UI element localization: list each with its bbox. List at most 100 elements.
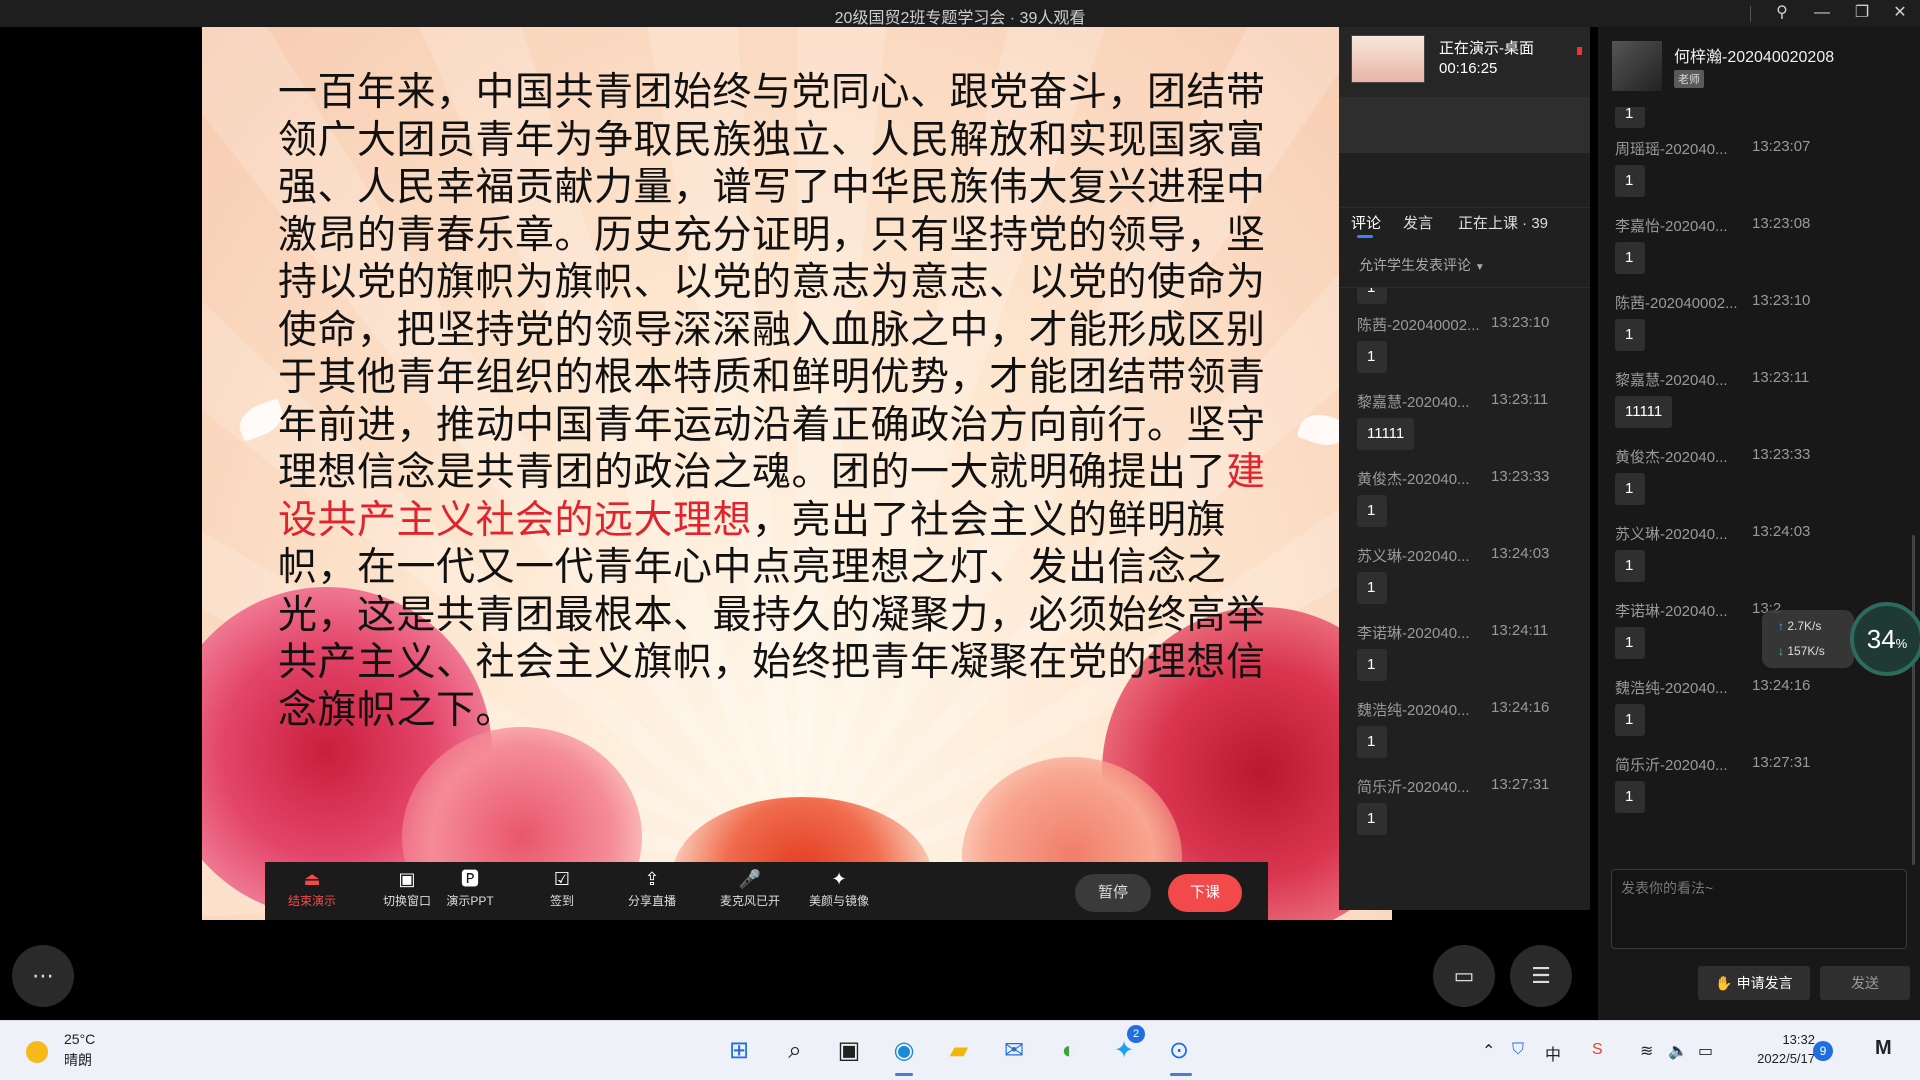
sender-name: 简乐沂-202040...	[1357, 779, 1470, 796]
stop-presenting-button[interactable]: ⏏ 结束演示	[272, 868, 352, 909]
edge-icon[interactable]: ◉	[884, 1031, 924, 1071]
notification-badge[interactable]: 9	[1813, 1041, 1833, 1061]
comment-list[interactable]: 1 陈茜-202040002... 13:23:10 1 黎嘉慧-202040...…	[1339, 287, 1590, 910]
minimize-icon[interactable]: —	[1802, 0, 1842, 27]
list-item: 周瑶瑶-202040... 13:23:07 1	[1598, 138, 1920, 215]
restore-icon[interactable]: ❐	[1842, 0, 1882, 27]
message-time: 13:23:08	[1752, 215, 1811, 232]
clock-date: 2022/5/17	[1757, 1051, 1815, 1066]
checkin-icon: ☑	[553, 869, 571, 889]
list-item: 黄俊杰-202040... 13:23:33 1	[1598, 446, 1920, 523]
task-view-icon[interactable]: ▣	[829, 1031, 869, 1071]
sender-name: 黎嘉慧-202040...	[1615, 372, 1728, 389]
download-speed-value: 157K/s	[1787, 644, 1825, 658]
app-logo-icon[interactable]: M	[1875, 1037, 1892, 1060]
browser-icon[interactable]: ◐	[1049, 1031, 1089, 1071]
comment-permission-dropdown[interactable]: 允许学生发表评论 ▼	[1359, 255, 1485, 275]
clock-time: 13:32	[1782, 1032, 1815, 1047]
message-time: 13:23:10	[1752, 292, 1811, 309]
search-icon[interactable]: ⌕	[775, 1031, 815, 1071]
view-settings-button[interactable]: ☰	[1510, 945, 1572, 1007]
message-bubble: 1	[1357, 572, 1387, 604]
classroom-app-icon[interactable]: ⊙	[1159, 1031, 1199, 1071]
pause-button[interactable]: 暂停	[1075, 874, 1151, 912]
tab-speak[interactable]: 发言	[1403, 212, 1433, 233]
message-bubble: 1	[1615, 704, 1645, 736]
comments-panel: 正在演示-桌面 00:16:25 评论 发言 正在上课 · 39 允许学生发表评…	[1339, 27, 1590, 910]
tab-comments[interactable]: 评论	[1351, 212, 1381, 233]
pin-icon[interactable]: ⚲	[1762, 0, 1802, 27]
sender-name: 黄俊杰-202040...	[1615, 449, 1728, 466]
share-live-label: 分享直播	[627, 894, 676, 908]
wifi-icon[interactable]: ≋	[1640, 1041, 1653, 1061]
message-time: 13:23:11	[1491, 391, 1549, 408]
battery-icon[interactable]: ▭	[1698, 1041, 1713, 1061]
file-explorer-icon[interactable]: ▰	[939, 1031, 979, 1071]
chat-message-list[interactable]: 1 周瑶瑶-202040... 13:23:07 1 李嘉怡-202040... 13…	[1598, 107, 1920, 867]
message-time: 13:23:07	[1752, 138, 1811, 155]
presenter-toolbar: ⏏ 结束演示 ▣ 切换窗口 🅿 演示PPT ☑ 签到 ⇪ 分享直播 🎤 麦克风已开 ✦ 美颜与…	[265, 862, 1268, 920]
chevron-down-icon: ▼	[1474, 262, 1485, 273]
sender-name: 简乐沂-202040...	[1615, 757, 1728, 774]
shield-icon[interactable]: ⛉	[1512, 1041, 1524, 1059]
chevron-up-icon[interactable]: ⌃	[1482, 1041, 1495, 1061]
teacher-name: 何梓瀚-202040020208	[1674, 49, 1835, 66]
sun-icon	[26, 1041, 48, 1063]
comment-input[interactable]: 发表你的看法~	[1611, 869, 1907, 949]
presenting-duration: 00:16:25	[1439, 60, 1498, 77]
message-time: 13:24:16	[1752, 677, 1811, 694]
raise-hand-label: 申请发言	[1736, 975, 1793, 991]
desktop-thumbnail[interactable]	[1351, 35, 1425, 83]
raise-hand-icon: ✋	[1715, 975, 1733, 991]
list-item: 魏浩纯-202040... 13:24:16 1	[1339, 699, 1590, 776]
present-ppt-label: 演示PPT	[446, 894, 494, 908]
recording-indicator-icon	[1577, 47, 1582, 55]
message-time: 13:27:31	[1752, 754, 1811, 771]
active-app-indicator	[895, 1073, 913, 1076]
message-bubble: 1	[1615, 781, 1645, 813]
beauty-mirror-label: 美颜与镜像	[808, 894, 869, 908]
end-class-button[interactable]: 下课	[1168, 874, 1242, 912]
send-button[interactable]: 发送	[1820, 966, 1910, 1000]
sender-name: 李诺琳-202040...	[1615, 603, 1728, 620]
present-ppt-button[interactable]: 🅿 演示PPT	[430, 868, 510, 909]
list-item: 简乐沂-202040... 13:27:31 1	[1598, 754, 1920, 831]
volume-icon[interactable]: 🔈	[1668, 1041, 1688, 1061]
share-live-button[interactable]: ⇪ 分享直播	[612, 868, 692, 909]
teacher-header: 何梓瀚-202040020208 老师	[1598, 27, 1920, 107]
download-speed: ↓ 157K/s	[1778, 644, 1825, 658]
teacher-badge: 老师	[1674, 70, 1704, 88]
message-time: 13:24:03	[1752, 523, 1811, 540]
microphone-button[interactable]: 🎤 麦克风已开	[710, 868, 790, 909]
windows-start-icon[interactable]: ⊞	[719, 1031, 759, 1071]
view-settings-icon: ☰	[1531, 963, 1551, 988]
avatar[interactable]	[1612, 41, 1662, 91]
mail-icon[interactable]: ✉	[994, 1031, 1034, 1071]
raise-hand-button[interactable]: ✋ 申请发言	[1698, 966, 1810, 1000]
list-item: 1	[1598, 107, 1920, 138]
checkin-button[interactable]: ☑ 签到	[522, 868, 602, 909]
more-options-button[interactable]: ⋯	[12, 945, 74, 1007]
twitter-badge: 2	[1127, 1025, 1145, 1043]
message-bubble: 1	[1615, 165, 1645, 197]
list-item: 黎嘉慧-202040... 13:23:11 11111	[1339, 391, 1590, 468]
screen-switch-button[interactable]: ▭	[1433, 945, 1495, 1007]
message-time: 13:23:33	[1752, 446, 1811, 463]
sender-name: 李嘉怡-202040...	[1615, 218, 1728, 235]
slide-text: 一百年来，中国共青团始终与党同心、跟党奋斗，团结带领广大团员青年为争取民族独立、…	[278, 69, 1298, 734]
message-time: 13:23:10	[1491, 314, 1550, 331]
switch-window-label: 切换窗口	[382, 894, 431, 908]
list-item: 黎嘉慧-202040... 13:23:11 11111	[1598, 369, 1920, 446]
ime-indicator[interactable]: 中	[1545, 1041, 1561, 1065]
taskbar-clock[interactable]: 13:32 2022/5/17	[1735, 1030, 1815, 1068]
chat-scrollbar[interactable]	[1912, 535, 1915, 865]
message-bubble: 11111	[1615, 396, 1673, 428]
speed-box: ↑ 2.7K/s ↓ 157K/s	[1762, 610, 1854, 668]
app-tray-icon[interactable]: S	[1592, 1041, 1603, 1059]
screen-icon: ▭	[1453, 963, 1475, 988]
close-icon[interactable]: ✕	[1880, 0, 1920, 27]
usage-ring: 34%	[1850, 602, 1920, 676]
tab-attending[interactable]: 正在上课 · 39	[1458, 212, 1548, 233]
network-speed-widget[interactable]: ↑ 2.7K/s ↓ 157K/s 34%	[1762, 602, 1920, 676]
beauty-mirror-button[interactable]: ✦ 美颜与镜像	[799, 868, 879, 909]
